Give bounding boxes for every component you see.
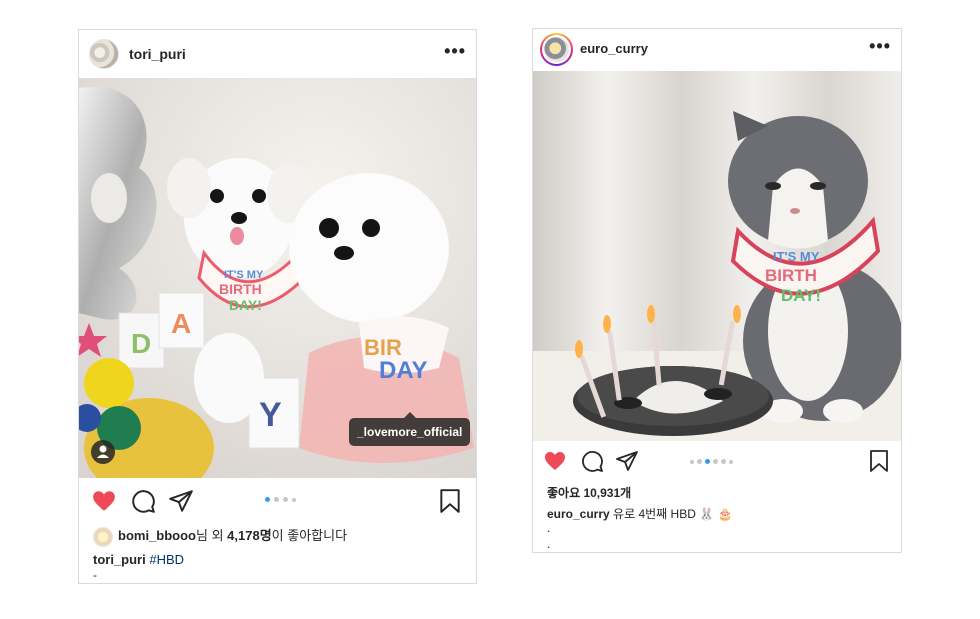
svg-text:BIRTH: BIRTH (765, 266, 817, 285)
comment-icon[interactable] (130, 488, 156, 514)
photo-user-tag[interactable]: _lovemore_official (349, 412, 471, 446)
action-row (79, 480, 476, 520)
comment-icon[interactable] (580, 449, 606, 475)
avatar[interactable] (540, 33, 573, 66)
caption-username[interactable]: euro_curry (547, 507, 610, 521)
svg-text:BIRTH: BIRTH (219, 281, 262, 297)
carousel-dots (265, 497, 296, 502)
carousel-dot (697, 459, 702, 464)
share-icon[interactable] (168, 488, 194, 514)
photo-cat-birthday: IT'S MY BIRTH DAY! (533, 71, 901, 441)
post-card-tori-puri: tori_puri ••• D A Y IT'S MY BIRTH DAY! B… (78, 29, 477, 584)
post-header: euro_curry ••• (533, 29, 901, 71)
carousel-dot (283, 497, 288, 502)
svg-text:IT'S MY: IT'S MY (773, 249, 820, 264)
user-tag-icon[interactable] (91, 440, 115, 464)
carousel-dot (274, 497, 279, 502)
carousel-dot (721, 459, 726, 464)
caption-hashtag[interactable]: #HBD (149, 552, 184, 567)
svg-text:DAY!: DAY! (781, 286, 821, 305)
caption-extra-line: - (93, 568, 97, 582)
avatar[interactable] (89, 39, 119, 69)
action-row (533, 441, 901, 481)
carousel-dot (690, 459, 694, 464)
caption: tori_puri #HBD (93, 552, 184, 567)
post-header: tori_puri ••• (79, 30, 476, 78)
post-username[interactable]: tori_puri (129, 46, 186, 62)
svg-text:D: D (131, 328, 151, 359)
svg-text:DAY: DAY (379, 357, 427, 384)
carousel-dot (705, 459, 710, 464)
post-photo[interactable]: D A Y IT'S MY BIRTH DAY! BIR DAY _lovemo… (79, 78, 476, 478)
carousel-dots (690, 459, 733, 464)
caption-username[interactable]: tori_puri (93, 552, 146, 567)
svg-text:DAY!: DAY! (229, 297, 262, 313)
svg-text:A: A (171, 308, 191, 339)
caption: euro_curry 유로 4번째 HBD 🐰 🎂 (547, 505, 732, 522)
likes-suffix: 이 좋아합니다 (271, 528, 348, 543)
likes-count[interactable]: 좋아요 10,931개 (547, 484, 631, 501)
carousel-dot (292, 497, 296, 502)
more-icon[interactable]: ••• (869, 37, 891, 55)
likes-line: bomi_bbooo님 외 4,178명이 좋아합니다 (93, 525, 347, 547)
likes-count[interactable]: 4,178명 (227, 528, 272, 543)
likes-connector: 님 외 (196, 528, 228, 543)
liker-avatar[interactable] (93, 526, 113, 547)
svg-text:Y: Y (259, 396, 282, 434)
post-card-euro-curry: euro_curry ••• IT'S MY BIRTH DAY! 좋아요 10… (532, 28, 902, 553)
bookmark-icon[interactable] (437, 488, 463, 514)
carousel-dot (265, 497, 270, 502)
liker-username[interactable]: bomi_bbooo (118, 528, 196, 543)
carousel-dot (713, 459, 718, 464)
heart-icon[interactable] (91, 488, 117, 514)
caption-extra-line: . (547, 521, 551, 535)
caption-text: 유로 4번째 HBD 🐰 🎂 (613, 507, 733, 521)
bookmark-icon[interactable] (867, 449, 893, 475)
post-photo[interactable]: IT'S MY BIRTH DAY! (533, 71, 901, 441)
svg-text:IT'S MY: IT'S MY (224, 269, 264, 281)
more-icon[interactable]: ••• (444, 42, 466, 60)
post-username[interactable]: euro_curry (580, 41, 648, 56)
share-icon[interactable] (615, 449, 641, 475)
carousel-dot (729, 459, 733, 464)
caption-extra-line: . (547, 537, 551, 551)
heart-icon[interactable] (543, 449, 569, 475)
